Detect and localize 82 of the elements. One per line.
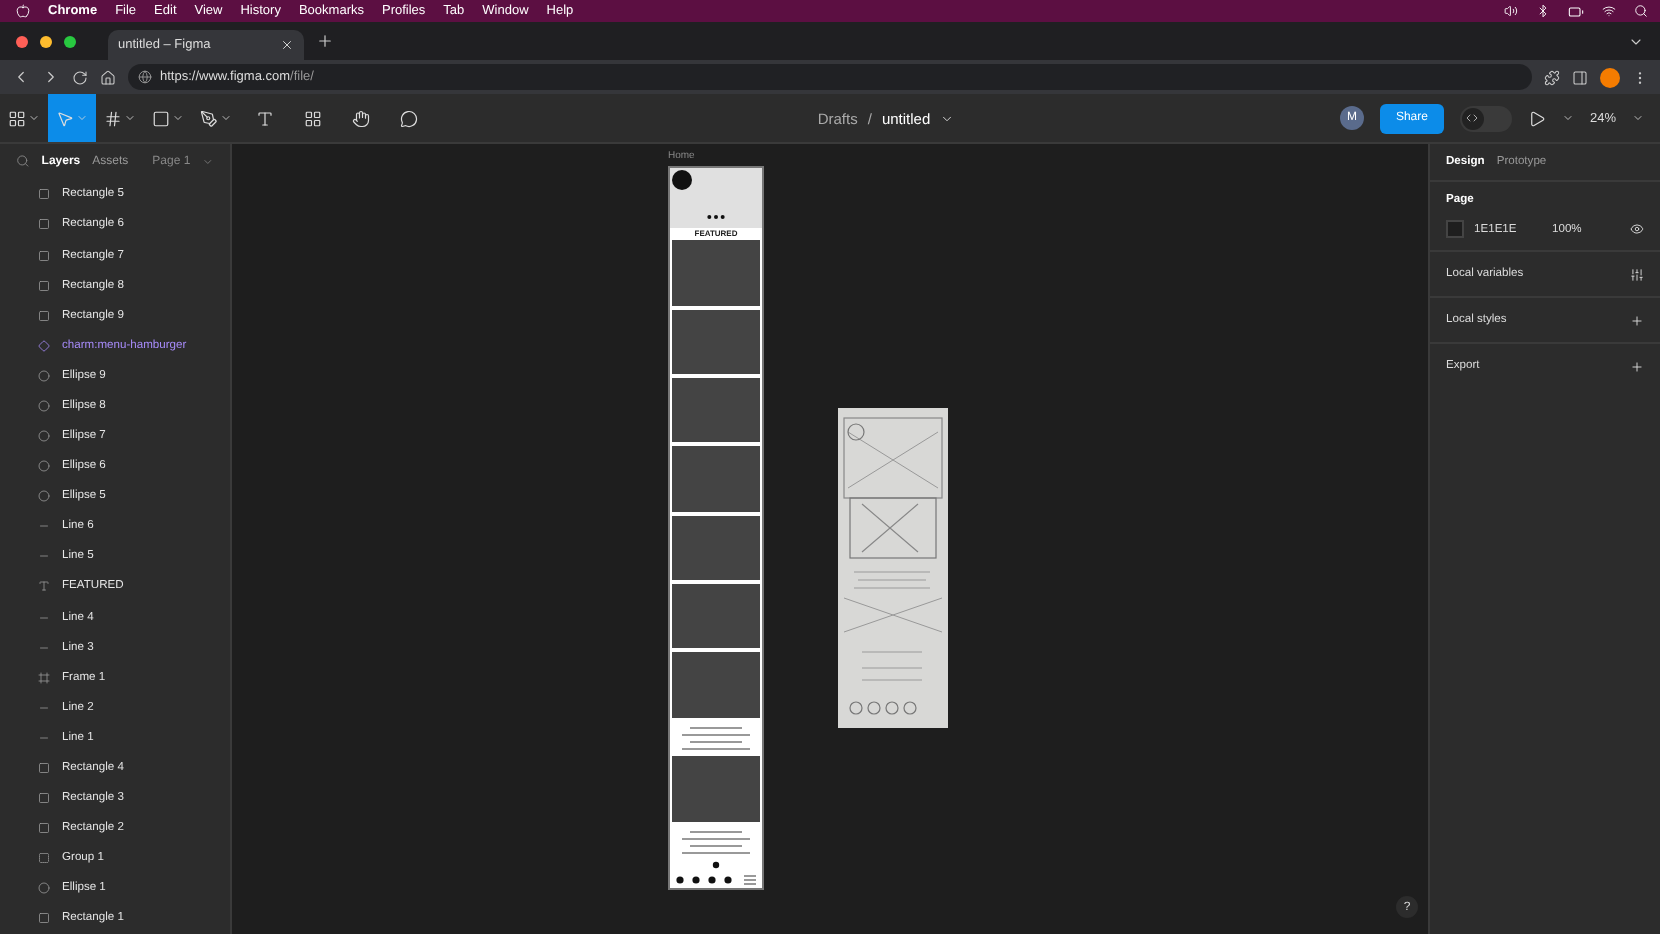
close-icon bbox=[280, 38, 294, 52]
line-icon bbox=[38, 520, 50, 533]
grid-icon bbox=[303, 109, 321, 127]
image-placeholder bbox=[672, 309, 760, 375]
close-window-icon[interactable] bbox=[16, 35, 28, 47]
rectangle-icon bbox=[38, 279, 50, 292]
rectangle-icon bbox=[38, 791, 50, 804]
image-placeholder bbox=[672, 378, 760, 443]
rectangle-icon bbox=[38, 822, 50, 835]
nav-bar-drawing bbox=[670, 872, 762, 889]
puzzle-icon bbox=[1544, 69, 1560, 85]
dev-mode-toggle[interactable] bbox=[1459, 105, 1512, 131]
color-swatch[interactable] bbox=[1446, 220, 1464, 238]
caret-icon bbox=[202, 155, 214, 168]
frame-icon bbox=[38, 671, 50, 684]
rectangle-icon bbox=[38, 761, 50, 774]
square-icon bbox=[152, 109, 170, 127]
image-placeholder bbox=[672, 446, 760, 512]
ellipse-icon bbox=[38, 430, 50, 443]
ellipse-icon bbox=[38, 369, 50, 382]
line-icon bbox=[38, 731, 50, 744]
image-placeholder bbox=[672, 583, 760, 649]
play-icon bbox=[1527, 109, 1546, 127]
hand-icon bbox=[351, 109, 369, 127]
code-icon bbox=[1466, 112, 1479, 124]
eye-icon bbox=[1630, 222, 1644, 236]
ellipse-icon bbox=[38, 490, 50, 503]
line-icon bbox=[38, 550, 50, 563]
caret-icon bbox=[1561, 112, 1574, 124]
rectangle-icon bbox=[38, 218, 50, 231]
caret-icon bbox=[124, 112, 136, 124]
comment-icon bbox=[399, 109, 417, 127]
caret-icon bbox=[940, 111, 955, 125]
image-placeholder bbox=[672, 756, 760, 822]
search-icon bbox=[1634, 4, 1648, 18]
apple-icon bbox=[16, 4, 30, 18]
new-tab-icon bbox=[316, 32, 334, 50]
bluetooth-icon bbox=[1536, 4, 1550, 18]
volume-icon bbox=[1504, 4, 1518, 18]
profile-avatar[interactable] bbox=[1600, 67, 1620, 87]
minimize-window-icon[interactable] bbox=[40, 35, 52, 47]
home-icon bbox=[100, 69, 116, 85]
globe-icon bbox=[138, 70, 152, 84]
side-panel-icon bbox=[1572, 69, 1588, 85]
forward-icon bbox=[42, 68, 60, 86]
caret-icon bbox=[76, 112, 88, 124]
image-placeholder bbox=[672, 652, 760, 718]
search-icon bbox=[16, 154, 30, 169]
sliders-icon bbox=[1630, 267, 1644, 281]
zoom-window-icon[interactable] bbox=[64, 35, 76, 47]
component-icon bbox=[38, 339, 50, 352]
ellipse-icon bbox=[38, 460, 50, 473]
avatar-circle bbox=[672, 170, 692, 190]
battery-icon bbox=[1568, 3, 1584, 19]
line-icon bbox=[38, 701, 50, 714]
dots-icon bbox=[710, 860, 722, 871]
plus-icon bbox=[1630, 359, 1644, 373]
ellipse-icon bbox=[38, 399, 50, 412]
pen-icon bbox=[200, 109, 218, 127]
reload-icon bbox=[72, 69, 88, 85]
dots-icon bbox=[706, 212, 726, 223]
caret-icon bbox=[220, 112, 232, 124]
caret-icon bbox=[172, 112, 184, 124]
image-placeholder bbox=[672, 240, 760, 306]
back-icon bbox=[12, 68, 30, 86]
image-placeholder bbox=[672, 515, 760, 580]
text-icon bbox=[38, 580, 50, 593]
rectangle-icon bbox=[38, 912, 50, 925]
group-icon bbox=[38, 852, 50, 865]
caret-icon bbox=[1632, 112, 1644, 124]
plus-icon bbox=[1630, 313, 1644, 327]
wifi-icon bbox=[1602, 4, 1616, 18]
pointer-icon bbox=[56, 109, 74, 127]
frame-icon bbox=[104, 109, 122, 127]
text-icon bbox=[255, 109, 273, 127]
rectangle-icon bbox=[38, 188, 50, 201]
rectangle-icon bbox=[38, 249, 50, 262]
rectangle-icon bbox=[38, 309, 50, 322]
caret-icon bbox=[28, 112, 40, 124]
line-icon bbox=[38, 611, 50, 623]
ellipse-icon bbox=[38, 882, 50, 895]
line-icon bbox=[38, 641, 50, 654]
